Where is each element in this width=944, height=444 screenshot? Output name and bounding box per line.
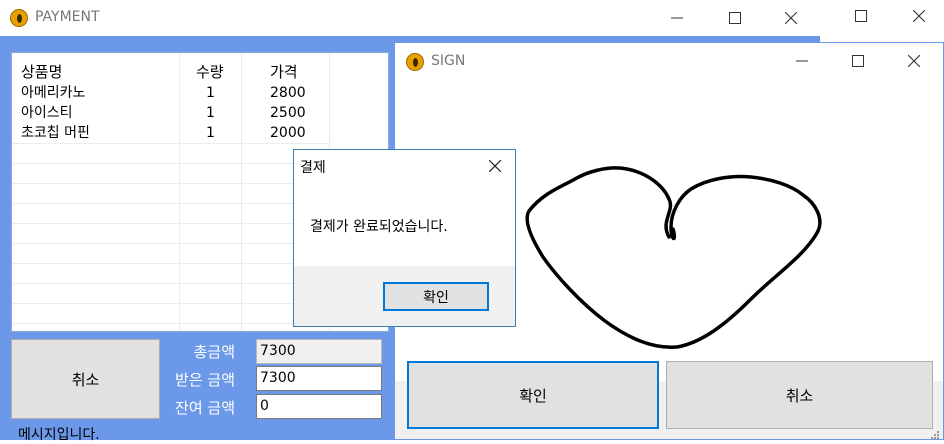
dialog-footer: 확인 [294,266,515,326]
quantity: 1 [206,125,215,141]
payment-complete-dialog: 결제 결제가 완료되었습니다. 확인 [293,149,516,327]
product-name: 아이스티 [21,105,73,121]
coffee-bean-icon [406,53,424,71]
resize-grip-icon[interactable] [930,428,940,444]
dialog-body: 결제 결제가 완료되었습니다. [294,150,515,266]
product-name: 아메리카노 [21,85,86,101]
grid-divider [12,183,330,184]
grid-divider [12,323,330,324]
grid-divider [12,163,330,164]
product-name: 초코칩 머핀 [21,125,90,141]
sign-window-title: SIGN [431,53,466,69]
minimize-icon[interactable] [777,45,827,77]
column-header-quantity[interactable]: 수량 [196,61,224,82]
quantity: 1 [206,85,215,101]
total-amount-label: 총금액 [193,343,235,361]
table-row[interactable]: 아이스티 1 2500 [12,103,330,123]
quantity: 1 [206,105,215,121]
grid-divider [12,243,330,244]
cancel-button[interactable]: 취소 [11,339,160,419]
payment-titlebar[interactable]: PAYMENT [0,0,820,36]
sign-confirm-button[interactable]: 확인 [407,361,659,429]
column-header-price[interactable]: 가격 [270,61,298,82]
grid-divider [12,263,330,264]
maximize-icon[interactable] [833,45,883,77]
table-row[interactable]: 초코칩 머핀 1 2000 [12,123,330,143]
grid-divider [12,203,330,204]
change-amount-label: 잔여 금액 [175,399,235,417]
dialog-message: 결제가 완료되었습니다. [310,219,448,235]
background-window [818,0,944,44]
change-amount-field: 0 [256,394,382,419]
dialog-title: 결제 [300,160,326,176]
table-row[interactable]: 아메리카노 1 2800 [12,83,330,103]
minimize-icon[interactable] [652,2,702,34]
coffee-bean-icon [10,9,28,27]
grid-divider [12,303,330,304]
grid-divider [12,223,330,224]
sign-titlebar[interactable]: SIGN [395,43,943,81]
column-header-product[interactable]: 상품명 [21,61,62,82]
maximize-icon[interactable] [710,2,760,34]
close-icon[interactable] [889,45,939,77]
total-amount-field: 7300 [256,339,382,364]
grid-divider [12,283,330,284]
sign-cancel-button[interactable]: 취소 [666,361,933,429]
dialog-ok-button[interactable]: 확인 [383,282,489,311]
received-amount-input[interactable]: 7300 [256,366,382,391]
status-message: 메시지입니다. [18,427,100,443]
close-icon[interactable] [766,2,816,34]
price: 2000 [270,125,306,141]
price: 2500 [270,105,306,121]
payment-window-title: PAYMENT [35,9,100,25]
price: 2800 [270,85,306,101]
close-icon[interactable] [894,0,944,32]
grid-divider [12,143,330,144]
maximize-icon[interactable] [836,0,886,32]
close-icon[interactable] [480,152,510,180]
received-amount-label: 받은 금액 [175,371,235,389]
